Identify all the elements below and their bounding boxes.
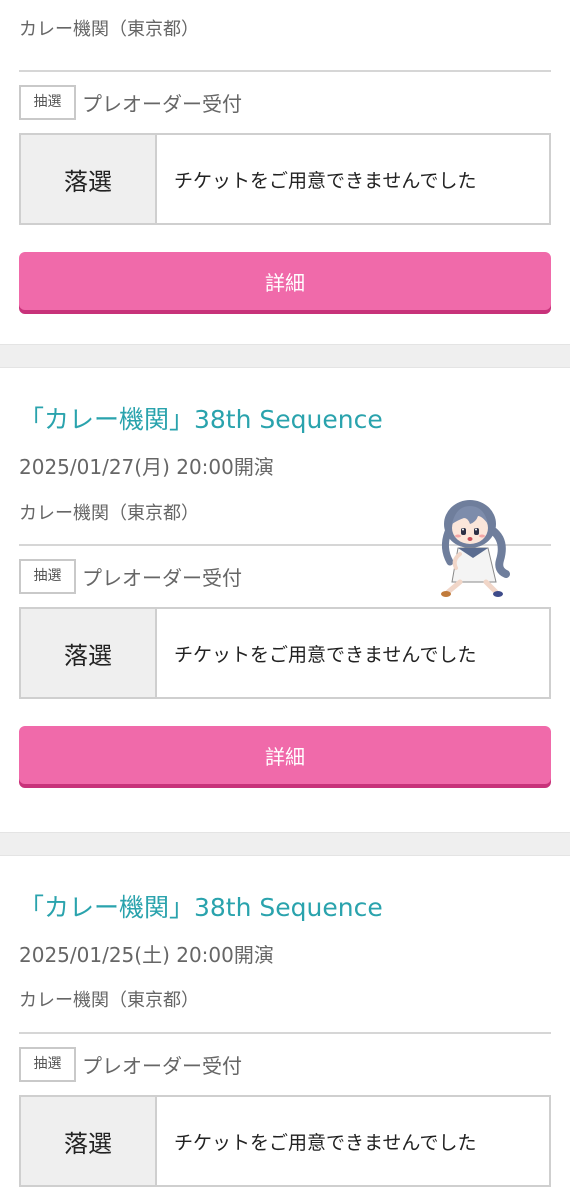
application-type-label: プレオーダー受付 <box>82 1054 242 1078</box>
event-title-link[interactable]: 「カレー機関」38th Sequence <box>19 856 551 923</box>
application-type-row: 抽選 プレオーダー受付 <box>19 85 551 120</box>
event-date: 2025/01/25(土) 20:00開演 <box>19 943 274 967</box>
details-button[interactable]: 詳細 <box>19 252 551 310</box>
lottery-badge: 抽選 <box>19 559 76 594</box>
result-box: 落選 チケットをご用意できませんでした <box>19 133 551 225</box>
ticket-results-page: カレー機関（東京都） 抽選 プレオーダー受付 落選 チケットをご用意できませんで… <box>0 0 570 1200</box>
ticket-card-2: 「カレー機関」38th Sequence 2025/01/27(月) 20:00… <box>0 368 570 832</box>
divider <box>19 70 551 72</box>
ticket-card-1: カレー機関（東京都） 抽選 プレオーダー受付 落選 チケットをご用意できませんで… <box>0 0 570 344</box>
details-button[interactable]: 詳細 <box>19 726 551 784</box>
chibi-girl-mascot-icon <box>441 500 510 597</box>
result-message: チケットをご用意できませんでした <box>174 643 477 666</box>
event-title-link[interactable]: 「カレー機関」38th Sequence <box>19 368 551 435</box>
ticket-card-3: 「カレー機関」38th Sequence 2025/01/25(土) 20:00… <box>0 856 570 1200</box>
result-message: チケットをご用意できませんでした <box>174 169 477 192</box>
venue-text: カレー機関（東京都） <box>19 990 199 1011</box>
result-status: 落選 <box>21 135 157 223</box>
venue-text: カレー機関（東京都） <box>19 19 199 40</box>
result-status: 落選 <box>21 609 157 697</box>
result-status: 落選 <box>21 1097 157 1185</box>
event-date: 2025/01/27(月) 20:00開演 <box>19 455 274 479</box>
lottery-badge: 抽選 <box>19 85 76 120</box>
result-box: 落選 チケットをご用意できませんでした <box>19 1095 551 1187</box>
result-box: 落選 チケットをご用意できませんでした <box>19 607 551 699</box>
application-type-row: 抽選 プレオーダー受付 <box>19 1047 551 1082</box>
section-separator <box>0 832 570 856</box>
lottery-badge: 抽選 <box>19 1047 76 1082</box>
divider <box>19 1032 551 1034</box>
section-separator <box>0 344 570 368</box>
application-type-label: プレオーダー受付 <box>82 566 242 590</box>
result-message: チケットをご用意できませんでした <box>174 1131 477 1154</box>
application-type-label: プレオーダー受付 <box>82 92 242 116</box>
